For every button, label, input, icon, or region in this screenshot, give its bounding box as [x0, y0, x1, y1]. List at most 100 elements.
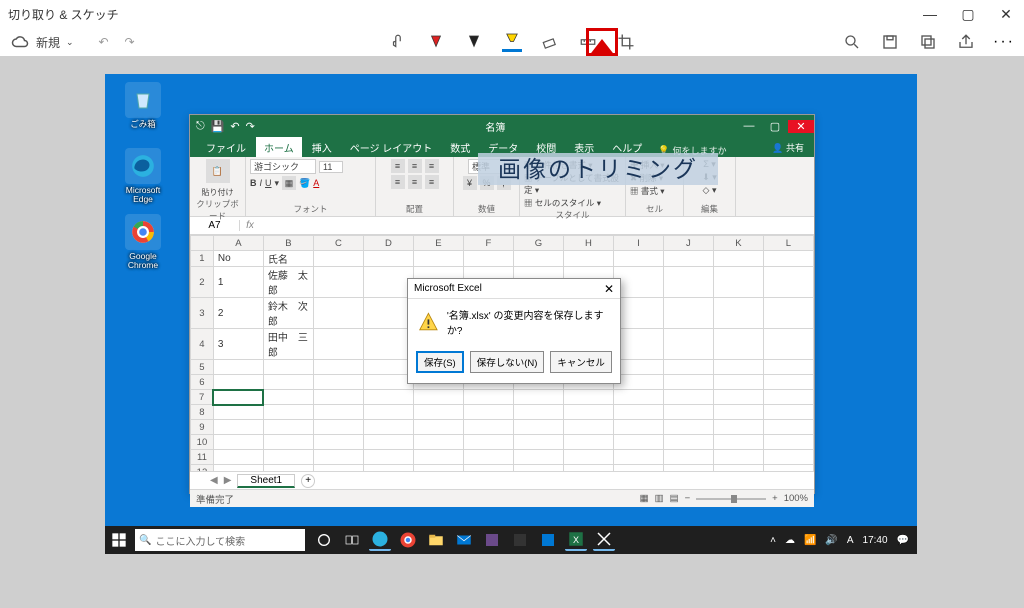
save-button[interactable]: 保存(S) [416, 351, 464, 373]
cloud-icon[interactable] [10, 32, 30, 52]
canvas-area: ごみ箱 Microsoft Edge Google Chrome ⎋ 💾 ↶ ↷ [0, 56, 1024, 608]
tray-network-icon[interactable]: 📶 [804, 535, 816, 546]
tab-formulas[interactable]: 数式 [442, 137, 478, 157]
windows-taskbar: 🔍 ここに入力して検索 X ˄ ☁ 📶 [105, 526, 917, 554]
zoom-level[interactable]: 100% [784, 493, 808, 504]
pen-black-icon[interactable] [464, 32, 484, 52]
redo-icon[interactable]: ↷ [120, 32, 140, 52]
svg-text:X: X [573, 535, 579, 545]
more-icon[interactable]: ··· [994, 32, 1014, 52]
taskbar-app5-icon[interactable] [481, 529, 503, 551]
maximize-icon[interactable]: ▢ [958, 6, 978, 23]
taskbar-cortana-icon[interactable] [313, 529, 335, 551]
fill-color-icon[interactable]: 🪣 [299, 178, 310, 189]
currency-icon[interactable]: ¥ [463, 176, 477, 190]
undo-icon[interactable]: ↶ [94, 32, 114, 52]
desktop-icon-recycle[interactable]: ごみ箱 [115, 82, 171, 129]
dialog-close-icon[interactable]: ✕ [604, 282, 614, 296]
taskbar-explorer-icon[interactable] [425, 529, 447, 551]
align-right-icon[interactable]: ≡ [425, 175, 439, 189]
captured-screenshot: ごみ箱 Microsoft Edge Google Chrome ⎋ 💾 ↶ ↷ [105, 74, 917, 554]
share-button[interactable]: 👤 共有 [762, 138, 814, 157]
add-sheet-button[interactable]: + [301, 474, 315, 488]
taskbar-snip-icon[interactable] [593, 529, 615, 551]
bold-icon[interactable]: B [250, 178, 257, 188]
tab-insert[interactable]: 挿入 [304, 137, 340, 157]
excel-close-icon[interactable]: ✕ [788, 120, 814, 133]
taskbar-app6-icon[interactable] [509, 529, 531, 551]
excel-filename: 名簿 [485, 119, 505, 134]
align-left-icon[interactable]: ≡ [391, 175, 405, 189]
tray-ime-icon[interactable]: A [847, 535, 854, 546]
font-name-select[interactable]: 游ゴシック [250, 159, 316, 174]
excel-undo-icon[interactable]: ↶ [230, 120, 239, 133]
excel-minimize-icon[interactable]: — [736, 120, 762, 133]
font-size-select[interactable]: 11 [319, 161, 343, 173]
taskbar-app7-icon[interactable] [537, 529, 559, 551]
paste-icon[interactable]: 📋 [206, 159, 230, 183]
sheet-nav-next[interactable]: ▶ [224, 475, 232, 486]
taskbar-mail-icon[interactable] [453, 529, 475, 551]
tray-chevron-icon[interactable]: ˄ [770, 535, 776, 546]
view-layout-icon[interactable]: ▥ [655, 493, 664, 504]
touch-write-icon[interactable] [388, 32, 408, 52]
name-box[interactable]: A7 [190, 220, 240, 231]
zoom-out-icon[interactable]: − [685, 493, 691, 504]
excel-maximize-icon[interactable]: ▢ [762, 120, 788, 133]
tab-page-layout[interactable]: ページ レイアウト [342, 137, 441, 157]
copy-icon[interactable] [918, 32, 938, 52]
taskbar-search[interactable]: 🔍 ここに入力して検索 [135, 529, 305, 551]
app-title: 切り取り & スケッチ [8, 6, 119, 23]
tray-notifications-icon[interactable]: 💬 [897, 535, 909, 546]
tray-time[interactable]: 17:40 [863, 535, 888, 546]
new-button[interactable]: 新規 [36, 34, 60, 51]
tab-home[interactable]: ホーム [256, 137, 302, 157]
eraser-icon[interactable] [540, 32, 560, 52]
align-top-icon[interactable]: ≡ [391, 159, 405, 173]
new-dropdown-icon[interactable]: ⌄ [66, 37, 74, 48]
border-icon[interactable]: ▦ [282, 176, 296, 190]
tab-file[interactable]: ファイル [198, 137, 254, 157]
clear-icon[interactable]: ◇ ▾ [703, 185, 717, 196]
crop-icon[interactable] [616, 32, 636, 52]
excel-autosave-icon[interactable]: ⎋ [196, 120, 205, 133]
desktop-icon-edge[interactable]: Microsoft Edge [115, 148, 171, 205]
zoom-slider[interactable] [696, 498, 766, 500]
zoom-icon[interactable] [842, 32, 862, 52]
align-center-icon[interactable]: ≡ [408, 175, 422, 189]
excel-redo-icon[interactable]: ↷ [246, 120, 255, 133]
close-icon[interactable]: ✕ [996, 6, 1016, 23]
pen-red-icon[interactable] [426, 32, 446, 52]
minimize-icon[interactable]: — [920, 6, 940, 23]
app-titlebar: 切り取り & スケッチ — ▢ ✕ [0, 0, 1024, 28]
dont-save-button[interactable]: 保存しない(N) [470, 351, 545, 373]
align-bot-icon[interactable]: ≡ [425, 159, 439, 173]
share-icon[interactable] [956, 32, 976, 52]
align-mid-icon[interactable]: ≡ [408, 159, 422, 173]
underline-icon[interactable]: U [265, 178, 272, 188]
taskbar-excel-icon[interactable]: X [565, 529, 587, 551]
fx-icon[interactable]: fx [240, 220, 260, 231]
save-icon[interactable] [880, 32, 900, 52]
font-color-icon[interactable]: A [313, 178, 319, 188]
desktop-icon-chrome[interactable]: Google Chrome [115, 214, 171, 271]
dialog-message: '名簿.xlsx' の変更内容を保存しますか? [447, 307, 610, 337]
cell-styles-button[interactable]: ▦ セルのスタイル ▾ [524, 197, 601, 209]
start-button[interactable] [105, 526, 133, 554]
highlighter-icon[interactable] [502, 32, 522, 52]
italic-icon[interactable]: I [260, 178, 263, 188]
format-cells-button[interactable]: ▦ 書式 ▾ [630, 185, 665, 197]
view-normal-icon[interactable]: ▦ [640, 493, 649, 504]
taskbar-edge-icon[interactable] [369, 529, 391, 551]
save-dialog: Microsoft Excel ✕ '名簿.xlsx' の変更内容を保存しますか… [407, 278, 621, 384]
view-break-icon[interactable]: ▤ [670, 493, 679, 504]
taskbar-taskview-icon[interactable] [341, 529, 363, 551]
taskbar-chrome-icon[interactable] [397, 529, 419, 551]
sheet-nav-prev[interactable]: ◀ [210, 475, 218, 486]
tray-volume-icon[interactable]: 🔊 [825, 535, 837, 546]
zoom-in-icon[interactable]: + [772, 493, 778, 504]
sheet-tab[interactable]: Sheet1 [237, 474, 295, 488]
cancel-button[interactable]: キャンセル [550, 351, 612, 373]
excel-save-icon[interactable]: 💾 [211, 120, 225, 133]
tray-onedrive-icon[interactable]: ☁ [785, 535, 795, 546]
